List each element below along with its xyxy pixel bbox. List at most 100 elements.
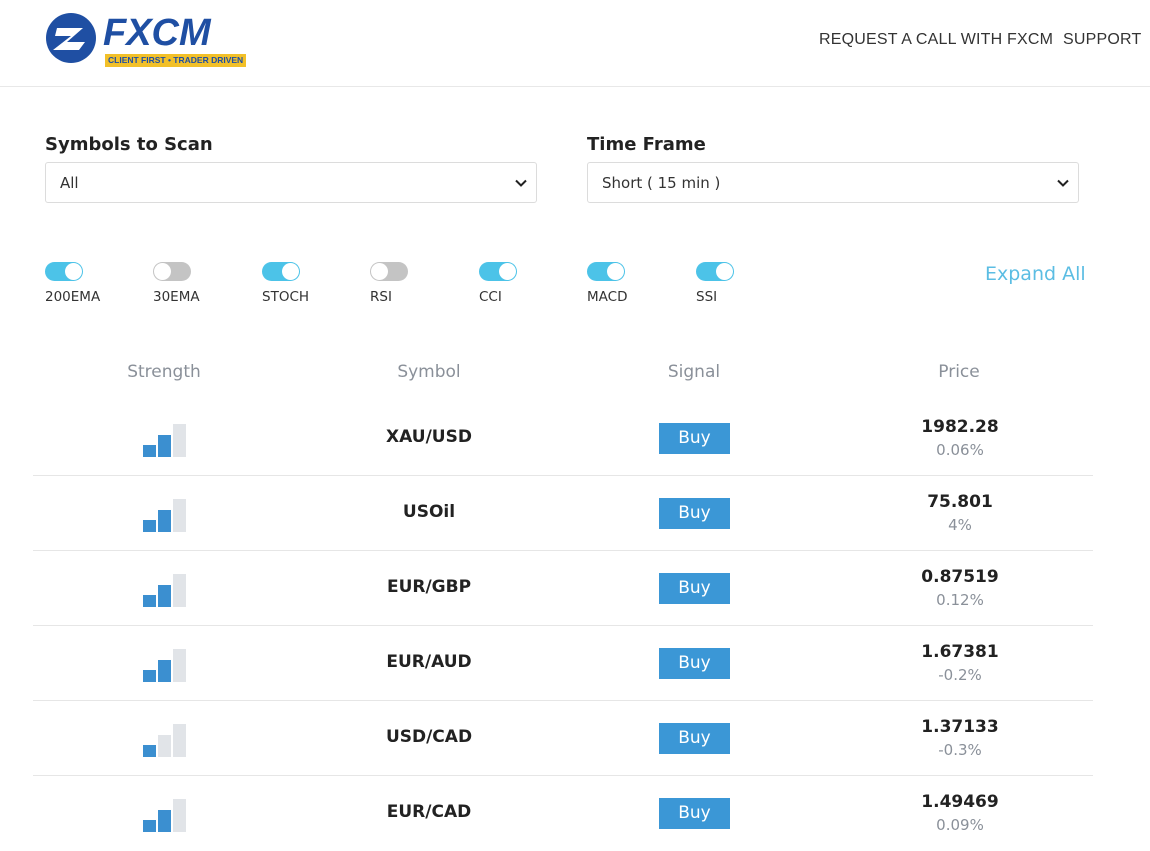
logo-tagline: CLIENT FIRST • TRADER DRIVEN — [105, 54, 247, 67]
toggle-label: SSI — [696, 289, 718, 305]
symbol-name[interactable]: EUR/GBP — [329, 577, 529, 597]
price-value: 1982.28 — [921, 417, 999, 437]
buy-signal-button[interactable]: Buy — [659, 648, 730, 679]
toggle-200ema[interactable]: 200EMA — [45, 262, 115, 307]
price-change: -0.3% — [938, 741, 982, 759]
toggle-label: 30EMA — [153, 289, 200, 305]
price-value: 0.87519 — [921, 567, 999, 587]
price-value: 1.37133 — [921, 717, 999, 737]
toggle-knob — [607, 263, 624, 280]
buy-signal-button[interactable]: Buy — [659, 723, 730, 754]
price-change: 0.06% — [936, 441, 984, 459]
time-frame-select[interactable]: Short ( 15 min ) — [587, 162, 1079, 203]
toggle-label: STOCH — [262, 289, 310, 305]
toggle-ssi[interactable]: SSI — [696, 262, 766, 307]
strength-bar — [143, 595, 156, 607]
table-row[interactable]: EUR/GBP Buy 0.87519 0.12% — [33, 551, 1093, 626]
fxcm-logo[interactable]: FXCM CLIENT FIRST • TRADER DRIVEN — [45, 10, 250, 70]
logo-wordmark: FXCM — [103, 12, 211, 54]
time-frame-select-value: Short ( 15 min ) — [602, 174, 721, 192]
symbol-name[interactable]: XAU/USD — [329, 427, 529, 447]
strength-bar — [143, 745, 156, 757]
nav-request-call[interactable]: REQUEST A CALL WITH FXCM — [819, 31, 1053, 49]
strength-bars-icon — [143, 649, 187, 682]
table-row[interactable]: EUR/AUD Buy 1.67381 -0.2% — [33, 626, 1093, 701]
toggle-rsi[interactable]: RSI — [370, 262, 440, 307]
table-row[interactable]: EUR/CAD Buy 1.49469 0.09% — [33, 776, 1093, 851]
strength-bar — [158, 735, 171, 757]
toggle-knob — [371, 263, 388, 280]
symbol-name[interactable]: EUR/AUD — [329, 652, 529, 672]
toggle-switch[interactable] — [370, 262, 408, 281]
strength-bar — [158, 660, 171, 682]
signals-table: XAU/USD Buy 1982.28 0.06% USOil Buy 75.8… — [33, 401, 1093, 851]
price-change: 4% — [948, 516, 972, 534]
price-change: -0.2% — [938, 666, 982, 684]
table-row[interactable]: USOil Buy 75.801 4% — [33, 476, 1093, 551]
strength-bar — [173, 424, 186, 457]
toggle-switch[interactable] — [479, 262, 517, 281]
toggle-label: RSI — [370, 289, 392, 305]
strength-bar — [143, 520, 156, 532]
strength-bar — [158, 810, 171, 832]
strength-bar — [143, 670, 156, 682]
column-header-signal: Signal — [667, 362, 721, 382]
strength-bars-icon — [143, 424, 187, 457]
strength-bar — [173, 799, 186, 832]
symbols-select[interactable]: All — [45, 162, 537, 203]
buy-signal-button[interactable]: Buy — [659, 423, 730, 454]
toggle-switch[interactable] — [696, 262, 734, 281]
toggle-switch[interactable] — [153, 262, 191, 281]
toggle-knob — [499, 263, 516, 280]
strength-bars-icon — [143, 724, 187, 757]
strength-bar — [143, 445, 156, 457]
chevron-down-icon — [515, 179, 527, 187]
table-row[interactable]: USD/CAD Buy 1.37133 -0.3% — [33, 701, 1093, 776]
price-value: 1.67381 — [921, 642, 999, 662]
symbols-to-scan-label: Symbols to Scan — [45, 134, 213, 155]
strength-bar — [158, 585, 171, 607]
strength-bars-icon — [143, 574, 187, 607]
strength-bar — [173, 724, 186, 757]
toggle-switch[interactable] — [587, 262, 625, 281]
toggle-30ema[interactable]: 30EMA — [153, 262, 223, 307]
toggle-macd[interactable]: MACD — [587, 262, 657, 307]
toggle-knob — [282, 263, 299, 280]
column-header-strength: Strength — [127, 362, 201, 382]
chevron-down-icon — [1057, 179, 1069, 187]
symbols-select-value: All — [60, 174, 79, 192]
strength-bar — [173, 499, 186, 532]
toggle-stoch[interactable]: STOCH — [262, 262, 332, 307]
strength-bar — [143, 820, 156, 832]
toggle-knob — [154, 263, 171, 280]
toggle-switch[interactable] — [45, 262, 83, 281]
symbol-name[interactable]: EUR/CAD — [329, 802, 529, 822]
toggle-label: MACD — [587, 289, 628, 305]
strength-bar — [158, 510, 171, 532]
toggle-label: CCI — [479, 289, 502, 305]
column-header-price: Price — [938, 362, 980, 382]
toggle-switch[interactable] — [262, 262, 300, 281]
price-value: 75.801 — [927, 492, 993, 512]
toggle-knob — [716, 263, 733, 280]
time-frame-label: Time Frame — [587, 134, 706, 155]
buy-signal-button[interactable]: Buy — [659, 498, 730, 529]
toggle-cci[interactable]: CCI — [479, 262, 549, 307]
strength-bars-icon — [143, 499, 187, 532]
expand-all-link[interactable]: Expand All — [985, 263, 1086, 285]
strength-bar — [173, 649, 186, 682]
buy-signal-button[interactable]: Buy — [659, 573, 730, 604]
buy-signal-button[interactable]: Buy — [659, 798, 730, 829]
symbol-name[interactable]: USOil — [329, 502, 529, 522]
strength-bar — [173, 574, 186, 607]
toggle-knob — [65, 263, 82, 280]
strength-bar — [158, 435, 171, 457]
toggle-label: 200EMA — [45, 289, 101, 305]
nav-support[interactable]: SUPPORT — [1063, 31, 1141, 49]
site-header: FXCM CLIENT FIRST • TRADER DRIVEN REQUES… — [0, 0, 1150, 87]
table-row[interactable]: XAU/USD Buy 1982.28 0.06% — [33, 401, 1093, 476]
symbol-name[interactable]: USD/CAD — [329, 727, 529, 747]
strength-bars-icon — [143, 799, 187, 832]
price-change: 0.09% — [936, 816, 984, 834]
price-value: 1.49469 — [921, 792, 999, 812]
